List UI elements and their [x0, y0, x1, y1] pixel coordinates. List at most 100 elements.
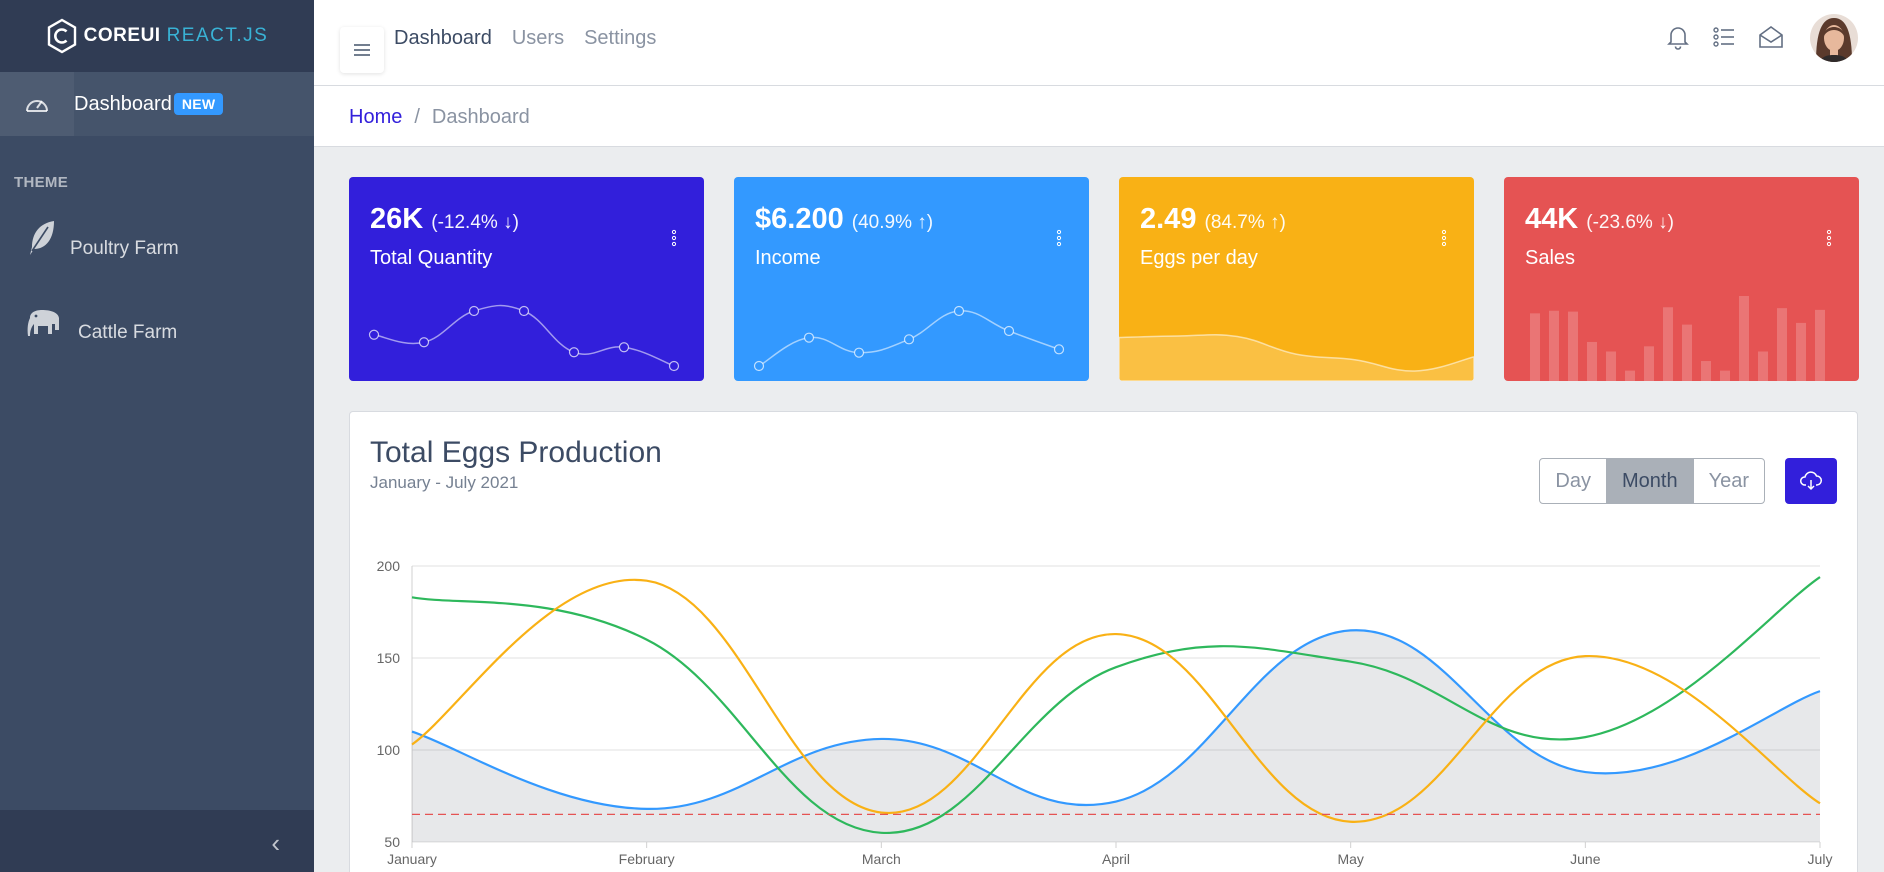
header-nav-settings[interactable]: Settings: [584, 27, 656, 50]
cloud-download-icon: [1800, 471, 1822, 491]
widget-bar: [1701, 361, 1711, 381]
widget-bar: [1625, 370, 1635, 381]
header-nav: Dashboard Users Settings: [394, 27, 656, 50]
widget-options-button[interactable]: [1049, 225, 1069, 251]
widget-data-point: [953, 305, 965, 317]
widget-bar: [1720, 370, 1730, 381]
widget-chart: [753, 305, 1065, 372]
widget-change: (-12.4% ↓): [431, 212, 519, 233]
brand-logo[interactable]: COREUI REACT.JS: [0, 0, 314, 72]
list-icon[interactable]: [1712, 25, 1736, 54]
widget-data-point: [368, 329, 380, 340]
widget-value: 2.49 (84.7% ↑): [1140, 203, 1286, 236]
chevron-left-icon: ‹: [271, 828, 280, 858]
widget-bar: [1587, 341, 1597, 381]
year-button[interactable]: Year: [1692, 459, 1764, 503]
sidebar-item-dashboard[interactable]: Dashboard NEW: [0, 72, 314, 136]
feather-icon: [26, 219, 58, 259]
widget-label: Eggs per day: [1140, 247, 1258, 269]
bell-icon[interactable]: [1666, 24, 1690, 55]
speedometer-icon: [0, 72, 74, 136]
elephant-icon: [26, 308, 66, 344]
brand-react: REACT.JS: [166, 25, 269, 46]
widget-options-button[interactable]: [1434, 225, 1454, 251]
widget-data-point: [418, 337, 430, 348]
widget-data-point: [803, 332, 815, 343]
sidebar-minimizer[interactable]: ‹: [0, 810, 314, 872]
more-vertical-icon: [671, 229, 677, 247]
widget-data-point: [903, 334, 915, 345]
x-tick-label: January: [387, 851, 437, 867]
widget-eggs-per-day: 2.49 (84.7% ↑) Eggs per day: [1119, 177, 1474, 381]
month-button[interactable]: Month: [1605, 459, 1693, 503]
widget-data-point: [1053, 344, 1065, 355]
header: Dashboard Users Settings: [314, 0, 1884, 86]
user-avatar-icon: [1810, 14, 1858, 62]
brand-core: COREUI: [83, 25, 161, 46]
widget-value: 44K (-23.6% ↓): [1525, 203, 1674, 236]
day-button[interactable]: Day: [1540, 459, 1606, 503]
header-nav-users[interactable]: Users: [512, 27, 564, 50]
x-tick-label: June: [1570, 851, 1601, 867]
widget-bar: [1644, 346, 1654, 381]
more-vertical-icon: [1826, 229, 1832, 247]
download-button[interactable]: [1785, 458, 1837, 504]
widget-chart: [368, 304, 680, 372]
widget-data-point: [468, 305, 480, 317]
sidebar-item-label: Cattle Farm: [78, 322, 178, 343]
widget-value-number: $6.200: [755, 203, 844, 235]
widget-bar: [1777, 308, 1787, 381]
envelope-open-icon[interactable]: [1758, 25, 1784, 54]
card-subtitle: January - July 2021: [370, 473, 519, 492]
header-icons: [1666, 24, 1784, 55]
series-area: [412, 630, 1820, 842]
more-vertical-icon: [1441, 229, 1447, 247]
sidebar-item-cattle-farm[interactable]: Cattle Farm: [26, 308, 177, 344]
widget-sales: 44K (-23.6% ↓) Sales: [1504, 177, 1859, 381]
widget-bar: [1568, 311, 1578, 381]
widget-data-point: [568, 347, 580, 358]
widget-value: 26K (-12.4% ↓): [370, 203, 519, 236]
widget-change: (84.7% ↑): [1204, 212, 1286, 233]
hamburger-menu-button[interactable]: [340, 27, 384, 73]
traffic-card: Total Eggs Production January - July 202…: [349, 411, 1858, 872]
widget-change: (-23.6% ↓): [1586, 212, 1674, 233]
avatar[interactable]: [1810, 14, 1858, 62]
sidebar-section-title: THEME: [14, 174, 68, 191]
widget-value-number: 26K: [370, 203, 424, 235]
widget-bar: [1530, 313, 1540, 381]
x-tick-label: April: [1102, 851, 1130, 867]
card-title: Total Eggs Production: [370, 436, 662, 469]
y-tick-label: 150: [377, 650, 401, 666]
widget-data-point: [753, 360, 765, 372]
widget-options-button[interactable]: [1819, 225, 1839, 251]
widget-bar: [1739, 296, 1749, 381]
hamburger-icon: [354, 44, 370, 56]
x-tick-label: July: [1808, 851, 1833, 867]
widget-bar: [1758, 351, 1768, 381]
coreui-logo-icon: [47, 18, 76, 54]
widget-label: Total Quantity: [370, 247, 493, 269]
widget-data-point: [518, 305, 530, 317]
widget-income: $6.200 (40.9% ↑) Income: [734, 177, 1089, 381]
sidebar-item-label: Poultry Farm: [70, 238, 179, 259]
widget-total-quantity: 26K (-12.4% ↓) Total Quantity: [349, 177, 704, 381]
subheader: Home / Dashboard: [314, 86, 1884, 147]
widget-options-button[interactable]: [664, 225, 684, 251]
widget-data-point: [853, 347, 865, 358]
widget-change: (40.9% ↑): [851, 212, 934, 233]
breadcrumb-home[interactable]: Home: [349, 106, 402, 129]
widget-bar: [1606, 351, 1616, 381]
sidebar: COREUI REACT.JS Dashboard NEW THEME Poul…: [0, 0, 314, 872]
widget-label: Sales: [1525, 247, 1576, 269]
sidebar-item-poultry-farm[interactable]: Poultry Farm: [26, 218, 179, 260]
header-nav-dashboard[interactable]: Dashboard: [394, 27, 492, 50]
widget-data-point: [1003, 325, 1015, 337]
widget-value-number: 44K: [1525, 203, 1579, 235]
widget-bar: [1663, 307, 1673, 381]
sidebar-item-label: Dashboard: [74, 92, 172, 115]
x-tick-label: May: [1337, 851, 1363, 867]
y-tick-label: 100: [377, 742, 401, 758]
breadcrumb-separator: /: [414, 106, 420, 128]
widget-value: $6.200 (40.9% ↑): [755, 203, 933, 236]
